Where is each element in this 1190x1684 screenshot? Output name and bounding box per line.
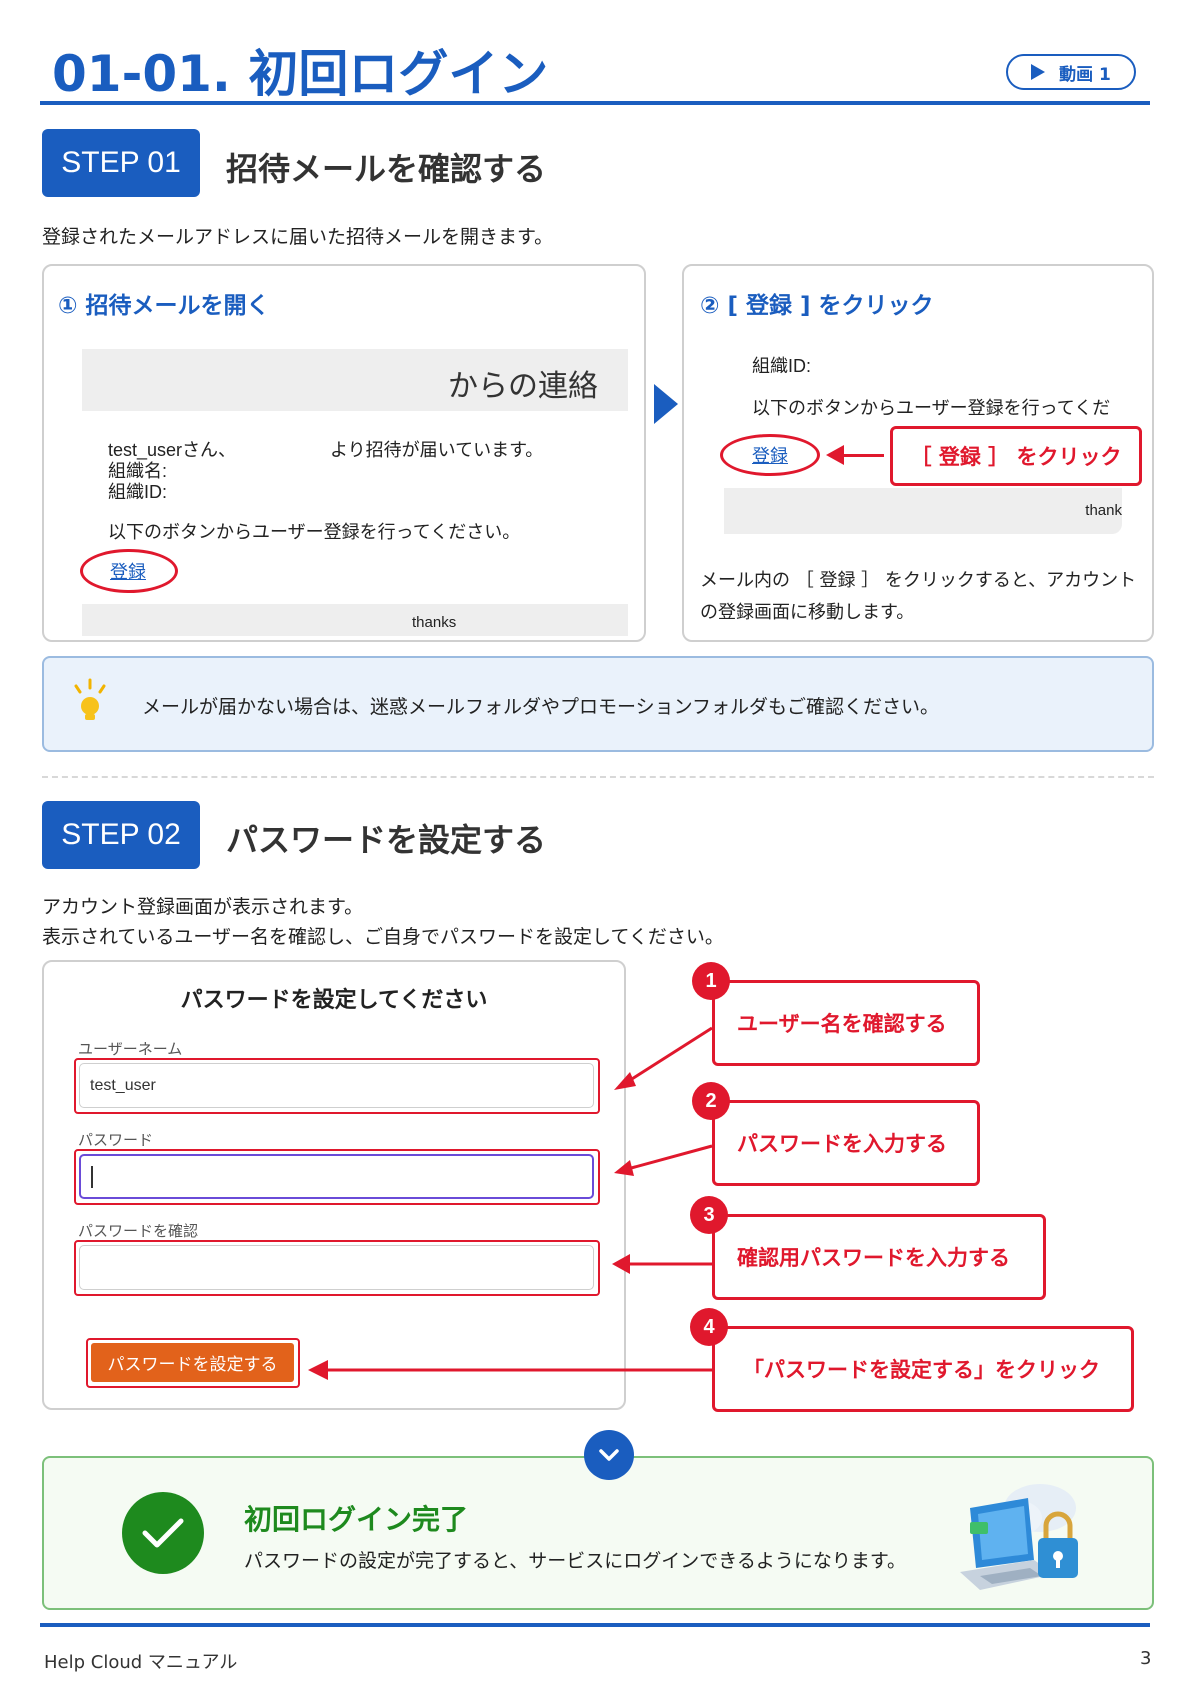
mail-footer-text-2: thank — [1085, 502, 1122, 519]
callout-4: 「パスワードを設定する」をクリック — [712, 1326, 1134, 1412]
mail-instruction-2: 以下のボタンからユーザー登録を行ってくだ — [752, 398, 1111, 418]
set-password-button[interactable]: パスワードを設定する — [91, 1343, 294, 1382]
callout-arrow-line — [840, 454, 884, 457]
password-input[interactable] — [79, 1154, 594, 1199]
mail-footer-text: thanks — [412, 614, 457, 631]
check-circle-icon — [122, 1492, 204, 1574]
step-02-description-2: 表示されているユーザー名を確認し、ご自身でパスワードを設定してください。 — [42, 926, 724, 948]
callout-3: 確認用パスワードを入力する — [712, 1214, 1046, 1300]
lightbulb-icon — [74, 678, 106, 720]
step-01-description: 登録されたメールアドレスに届いた招待メールを開きます。 — [42, 226, 554, 248]
step-02-badge: STEP 02 — [42, 801, 200, 869]
mail-invite-text: より招待が届いています。 — [330, 440, 544, 460]
mail-register-link-2[interactable]: 登録 — [752, 442, 788, 468]
page-title: 01-01. 初回ログイン — [52, 45, 549, 103]
completion-text: パスワードの設定が完了すると、サービスにログインできるようになります。 — [244, 1550, 906, 1572]
step-01-title: 招待メールを確認する — [226, 150, 547, 188]
laptop-lock-icon — [960, 1484, 1078, 1590]
tip-text: メールが届かない場合は、迷惑メールフォルダやプロモーションフォルダもご確認くださ… — [142, 696, 940, 718]
play-icon — [1031, 64, 1046, 80]
footer-divider — [40, 1623, 1150, 1627]
card-2-note-line-2: の登録画面に移動します。 — [700, 602, 915, 623]
mail-org-id-label: 組織ID: — [108, 482, 168, 502]
footer-manual-name: Help Cloud マニュアル — [44, 1652, 238, 1673]
username-highlight: test_user — [74, 1058, 600, 1114]
tip-box: メールが届かない場合は、迷惑メールフォルダやプロモーションフォルダもご確認くださ… — [42, 656, 1154, 752]
confirm-password-input[interactable] — [79, 1245, 594, 1290]
callout-click-register: ［ 登録 ］ をクリック — [890, 426, 1142, 486]
mail-footer-bar-2: thank — [724, 488, 1122, 534]
callout-1-number: 1 — [692, 962, 730, 1000]
text-cursor — [91, 1165, 93, 1188]
mail-header-text: からの連絡 — [448, 370, 598, 403]
password-highlight — [74, 1149, 600, 1205]
arrow-head-1 — [614, 1072, 636, 1090]
callout-arrow-head — [826, 445, 844, 465]
mail-register-link[interactable]: 登録 — [110, 558, 146, 584]
card-2-note-line-1: メール内の ［ 登録 ］ をクリックすると、アカウント — [700, 570, 1137, 591]
password-label: パスワード — [78, 1131, 154, 1149]
callout-arrow-4 — [308, 1360, 716, 1380]
mail-footer-bar: thanks — [82, 604, 628, 636]
card-open-invite-mail: ① 招待メールを開く からの連絡 test_userさん、 より招待が届いていま… — [42, 264, 646, 642]
callout-3-number: 3 — [690, 1196, 728, 1234]
confirm-password-highlight — [74, 1240, 600, 1296]
mail-instruction: 以下のボタンからユーザー登録を行ってください。 — [108, 522, 521, 542]
card-2-heading: ② [ 登録 ] をクリック — [700, 293, 934, 319]
username-input[interactable]: test_user — [79, 1063, 594, 1108]
step-02-description-1: アカウント登録画面が表示されます。 — [42, 896, 364, 918]
form-title: パスワードを設定してください — [180, 988, 488, 1013]
submit-highlight: パスワードを設定する — [86, 1338, 300, 1388]
arrow-head-2 — [614, 1160, 634, 1176]
callout-2: パスワードを入力する — [712, 1100, 980, 1186]
card-click-register: ② [ 登録 ] をクリック 組織ID: 以下のボタンからユーザー登録を行ってく… — [682, 264, 1154, 642]
header-divider — [40, 101, 1150, 105]
page-number: 3 — [1140, 1648, 1152, 1669]
arrow-head-3 — [612, 1254, 630, 1274]
callout-1: ユーザー名を確認する — [712, 980, 980, 1066]
card-1-heading: ① 招待メールを開く — [58, 293, 270, 319]
video-button[interactable]: 動画 1 — [1006, 54, 1136, 90]
completion-title: 初回ログイン完了 — [244, 1503, 469, 1536]
step-01-badge: STEP 01 — [42, 129, 200, 197]
callout-4-number: 4 — [690, 1308, 728, 1346]
completion-box: 初回ログイン完了 パスワードの設定が完了すると、サービスにログインできるようにな… — [42, 1456, 1154, 1610]
confirm-password-label: パスワードを確認 — [78, 1222, 199, 1240]
mail-org-id-label-2: 組織ID: — [752, 356, 812, 376]
password-form-card: パスワードを設定してください ユーザーネーム test_user パスワード パ… — [42, 960, 626, 1410]
next-arrow-icon — [654, 384, 678, 424]
username-label: ユーザーネーム — [78, 1040, 183, 1058]
mail-header-bar: からの連絡 — [82, 349, 628, 411]
video-button-label: 動画 1 — [1059, 64, 1111, 85]
chevron-down-icon — [584, 1430, 634, 1480]
callout-2-number: 2 — [692, 1082, 730, 1120]
section-divider — [42, 776, 1154, 778]
step-02-title: パスワードを設定する — [226, 821, 547, 859]
